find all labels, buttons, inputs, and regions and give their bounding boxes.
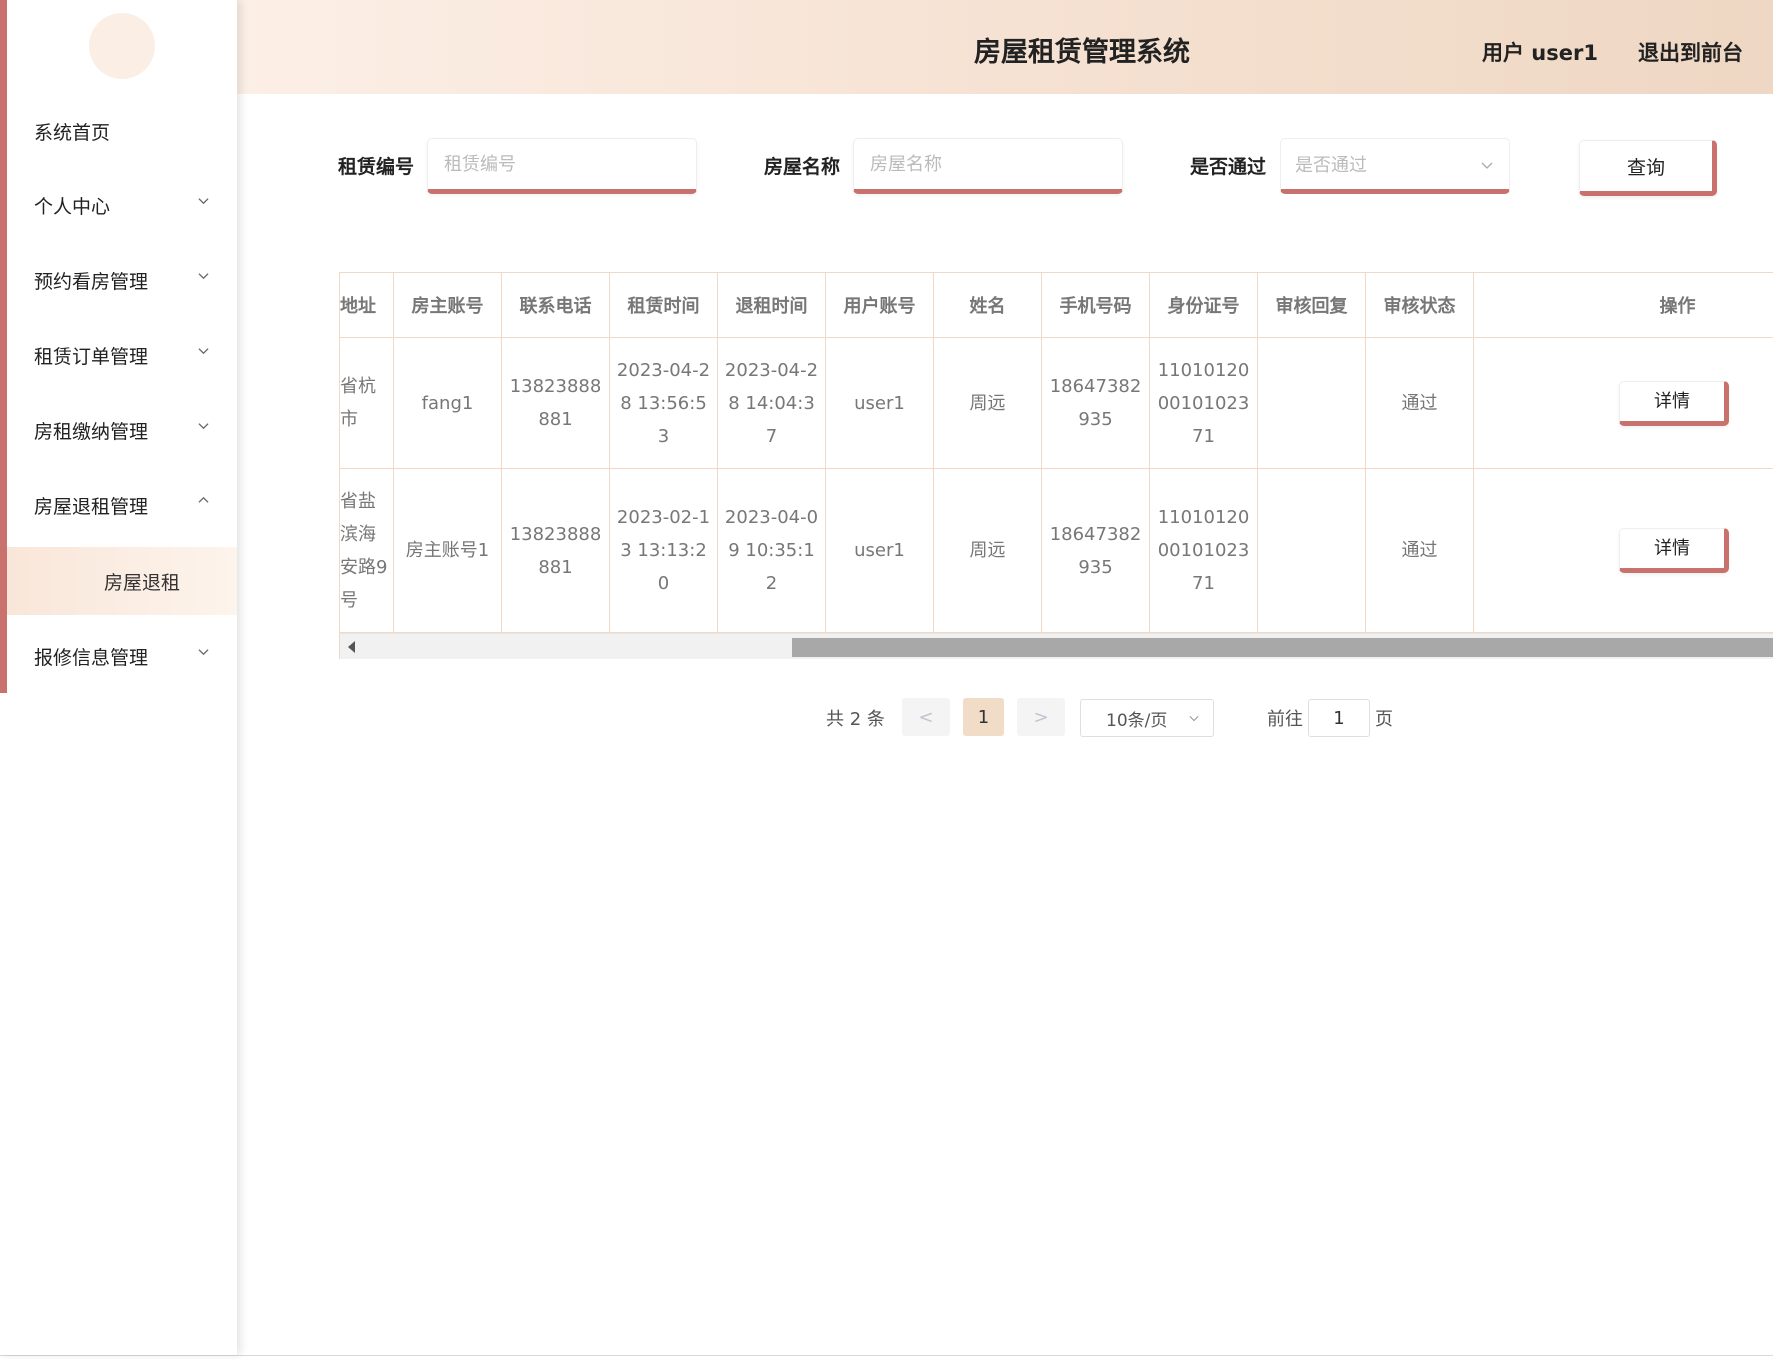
chevron-down-icon bbox=[1481, 162, 1493, 169]
approved-select[interactable]: 是否通过 bbox=[1280, 138, 1510, 194]
sidebar-item-viewing-appointments[interactable]: 预约看房管理 bbox=[0, 252, 237, 308]
data-table: 地址 房主账号 联系电话 租赁时间 退租时间 用户账号 姓名 手机号码 身份证号… bbox=[339, 272, 1773, 659]
cell-mobile: 18647382935 bbox=[1042, 338, 1150, 468]
cell-user-account: user1 bbox=[826, 338, 934, 468]
chevron-down-icon bbox=[1189, 715, 1199, 722]
cell-owner-account: 房主账号1 bbox=[394, 469, 502, 632]
cell-id-number: 110101200010102371 bbox=[1150, 469, 1258, 632]
cell-address: 省杭市 bbox=[340, 338, 394, 468]
column-header-address: 地址 bbox=[340, 273, 394, 337]
cell-action: 详情 bbox=[1474, 469, 1773, 632]
sidebar-item-label: 房屋退租管理 bbox=[34, 495, 149, 518]
detail-button[interactable]: 详情 bbox=[1619, 380, 1729, 426]
pagination-goto-input[interactable] bbox=[1308, 699, 1370, 737]
cell-user-account: user1 bbox=[826, 469, 934, 632]
rental-no-label: 租赁编号 bbox=[338, 156, 415, 178]
cell-id-number: 110101200010102371 bbox=[1150, 338, 1258, 468]
column-header-review-status: 审核状态 bbox=[1366, 273, 1474, 337]
sidebar-subitem-label: 房屋退租 bbox=[104, 571, 181, 594]
pagination-total: 共 2 条 bbox=[826, 709, 885, 730]
current-user-label: 用户 user1 bbox=[1482, 41, 1598, 65]
chevron-down-icon bbox=[198, 423, 209, 430]
sidebar-item-repair-info[interactable]: 报修信息管理 bbox=[0, 628, 237, 684]
page-size-value: 10条/页 bbox=[1106, 710, 1168, 731]
top-header: 房屋租赁管理系统 用户 user1 退出到前台 bbox=[237, 0, 1773, 94]
app-title: 房屋租赁管理系统 bbox=[974, 37, 1190, 68]
sidebar-item-label: 报修信息管理 bbox=[34, 646, 149, 669]
column-header-review-reply: 审核回复 bbox=[1258, 273, 1366, 337]
column-header-action: 操作 bbox=[1659, 296, 1696, 317]
cell-checkout-time: 2023-04-28 14:04:37 bbox=[718, 338, 826, 468]
chevron-down-icon bbox=[198, 273, 209, 280]
sidebar-subitem-house-checkout[interactable]: 房屋退租 bbox=[7, 547, 237, 615]
table-row: 省盐滨海安路9号 房主账号1 13823888881 2023-02-13 13… bbox=[340, 469, 1773, 633]
chevron-down-icon bbox=[198, 348, 209, 355]
approved-select-placeholder: 是否通过 bbox=[1295, 155, 1367, 176]
chevron-down-icon bbox=[198, 198, 209, 205]
scroll-left-arrow-icon[interactable] bbox=[348, 641, 355, 653]
house-name-input[interactable] bbox=[853, 138, 1123, 194]
column-header-id-number: 身份证号 bbox=[1150, 273, 1258, 337]
sidebar-item-home[interactable]: 系统首页 bbox=[0, 103, 237, 159]
rental-no-input[interactable] bbox=[427, 138, 697, 194]
cell-checkout-time: 2023-04-09 10:35:12 bbox=[718, 469, 826, 632]
pagination-prev-button[interactable]: < bbox=[902, 698, 950, 736]
column-header-mobile: 手机号码 bbox=[1042, 273, 1150, 337]
column-header-name: 姓名 bbox=[934, 273, 1042, 337]
column-header-user-account: 用户账号 bbox=[826, 273, 934, 337]
sidebar-item-checkout-management[interactable]: 房屋退租管理 bbox=[0, 477, 237, 533]
cell-review-status: 通过 bbox=[1366, 469, 1474, 632]
bottom-divider bbox=[0, 1355, 1773, 1356]
sidebar-item-label: 房租缴纳管理 bbox=[34, 420, 149, 443]
cell-phone: 13823888881 bbox=[502, 469, 610, 632]
sidebar: 系统首页 个人中心 预约看房管理 租赁订单管理 房租缴纳管理 房屋退租管理 房屋… bbox=[0, 0, 237, 1355]
cell-owner-account: fang1 bbox=[394, 338, 502, 468]
pagination-page-1[interactable]: 1 bbox=[963, 698, 1004, 736]
sidebar-item-label: 租赁订单管理 bbox=[34, 345, 149, 368]
sidebar-item-personal-center[interactable]: 个人中心 bbox=[0, 177, 237, 233]
cell-rent-time: 2023-02-13 13:13:20 bbox=[610, 469, 718, 632]
sidebar-item-rent-payment[interactable]: 房租缴纳管理 bbox=[0, 402, 237, 458]
page-size-select[interactable]: 10条/页 bbox=[1080, 699, 1214, 737]
logout-link[interactable]: 退出到前台 bbox=[1638, 37, 1743, 67]
column-header-owner-account: 房主账号 bbox=[394, 273, 502, 337]
cell-rent-time: 2023-04-28 13:56:53 bbox=[610, 338, 718, 468]
cell-review-reply bbox=[1258, 469, 1366, 632]
house-name-label: 房屋名称 bbox=[764, 156, 841, 178]
approved-label: 是否通过 bbox=[1190, 156, 1267, 178]
detail-button[interactable]: 详情 bbox=[1619, 528, 1729, 573]
cell-name: 周远 bbox=[934, 338, 1042, 468]
column-header-checkout-time: 退租时间 bbox=[718, 273, 826, 337]
cell-review-status: 通过 bbox=[1366, 338, 1474, 468]
sidebar-item-label: 系统首页 bbox=[34, 121, 111, 144]
cell-mobile: 18647382935 bbox=[1042, 469, 1150, 632]
column-header-rent-time: 租赁时间 bbox=[610, 273, 718, 337]
cell-name: 周远 bbox=[934, 469, 1042, 632]
sidebar-item-label: 个人中心 bbox=[34, 195, 111, 218]
horizontal-scrollbar[interactable] bbox=[340, 633, 1773, 659]
query-button[interactable]: 查询 bbox=[1579, 140, 1717, 196]
pagination-goto-label: 前往 bbox=[1267, 709, 1303, 730]
cell-address: 省盐滨海安路9号 bbox=[340, 469, 394, 632]
cell-review-reply bbox=[1258, 338, 1366, 468]
scrollbar-thumb[interactable] bbox=[792, 638, 1773, 657]
chevron-down-icon bbox=[198, 649, 209, 656]
cell-phone: 13823888881 bbox=[502, 338, 610, 468]
pagination-goto-suffix: 页 bbox=[1375, 709, 1393, 730]
cell-action: 详情 bbox=[1474, 338, 1773, 468]
pagination-next-button[interactable]: > bbox=[1017, 698, 1065, 736]
table-header: 地址 房主账号 联系电话 租赁时间 退租时间 用户账号 姓名 手机号码 身份证号… bbox=[340, 272, 1773, 338]
sidebar-item-label: 预约看房管理 bbox=[34, 270, 149, 293]
chevron-up-icon bbox=[198, 496, 209, 503]
table-row: 省杭市 fang1 13823888881 2023-04-28 13:56:5… bbox=[340, 338, 1773, 469]
column-header-phone: 联系电话 bbox=[502, 273, 610, 337]
avatar bbox=[89, 13, 155, 79]
sidebar-item-rental-orders[interactable]: 租赁订单管理 bbox=[0, 327, 237, 383]
